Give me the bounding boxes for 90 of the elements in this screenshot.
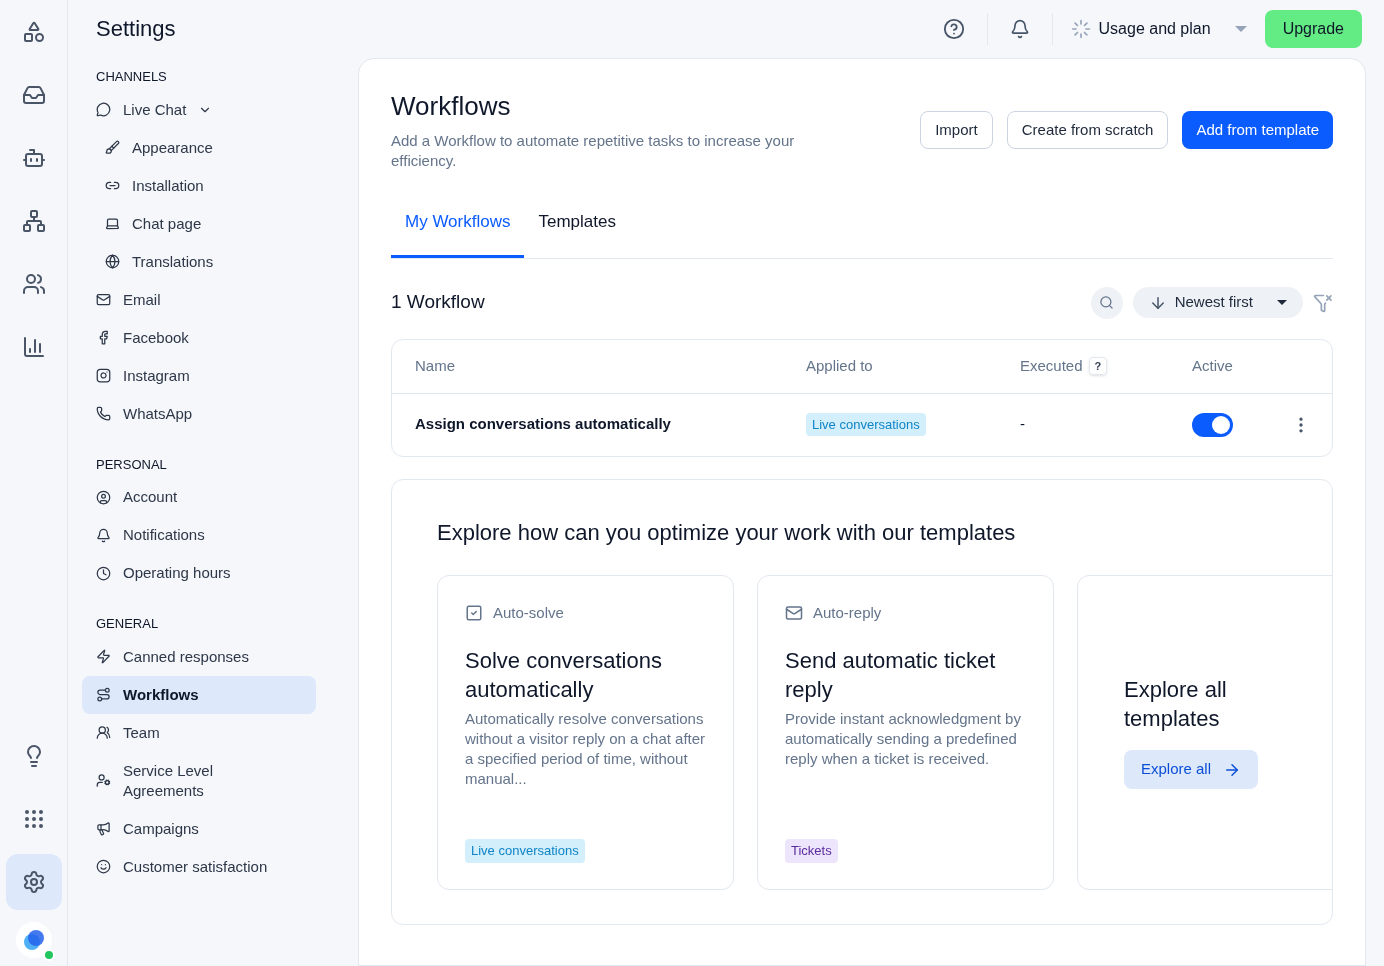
template-title: Send automatic ticket reply	[785, 647, 997, 704]
template-card[interactable]: Auto-solve Solve conversations automatically Automatically resolve conversations without a visitor reply on a chat after a specified period of time, without manual... Live conversations	[437, 574, 734, 890]
section-heading: PERSONAL	[95, 455, 168, 474]
tag: Live conversations	[465, 839, 585, 863]
sidebar-item[interactable]: Team	[82, 713, 316, 752]
template-category: Auto-reply	[813, 602, 882, 623]
sidebar-item[interactable]: Account	[82, 478, 316, 516]
filter-clear-icon[interactable]	[1313, 292, 1333, 313]
help-badge[interactable]: ?	[1088, 356, 1108, 376]
sidebar-item[interactable]: Facebook	[82, 318, 316, 357]
route-icon	[95, 687, 111, 702]
outline-button[interactable]: Create from scratch	[1006, 111, 1169, 149]
section-heading: GENERAL	[95, 615, 160, 633]
sidebar-item[interactable]: Translations	[82, 242, 316, 281]
page-description: Add a Workflow to automate repetitive tasks to increase your efficiency.	[391, 131, 796, 171]
upgrade-button[interactable]: Upgrade	[1264, 10, 1362, 48]
search-button[interactable]	[1090, 286, 1123, 319]
workflow-name: Assign conversations automatically	[415, 414, 672, 435]
user-avatar[interactable]	[15, 922, 52, 958]
phone-icon	[95, 406, 111, 421]
robot-icon	[21, 146, 46, 170]
laptop-icon	[104, 216, 120, 231]
sidebar-item[interactable]: Campaigns	[82, 809, 316, 848]
sidebar-item[interactable]: Installation	[82, 166, 316, 205]
sidebar-item[interactable]: Email	[82, 280, 316, 319]
chart-icon	[21, 335, 46, 359]
shapes-icon	[21, 20, 46, 44]
explore-all-button[interactable]: Explore all	[1124, 750, 1259, 789]
instagram-icon	[95, 368, 111, 383]
sort-dropdown[interactable]: Newest first	[1132, 287, 1303, 318]
active-toggle[interactable]	[1192, 412, 1233, 437]
clock-icon	[95, 565, 111, 581]
outline-button[interactable]: Import	[920, 111, 993, 149]
settings-icon	[21, 870, 46, 894]
usage-dropdown[interactable]: Usage and plan	[1066, 17, 1251, 41]
explore-title: Explore how can you optimize your work with our templates	[437, 518, 1017, 547]
user-circle-icon	[95, 489, 111, 505]
table-cell-text: -	[1020, 414, 1026, 435]
template-description: Provide instant acknowledgment by automatically sending a predefined reply when a ticket is received.	[785, 709, 1022, 769]
tab[interactable]: My Workflows	[391, 209, 525, 258]
caret-icon	[1234, 26, 1247, 32]
column-header: Applied to	[806, 355, 874, 376]
tag: Tickets	[785, 839, 838, 863]
search-icon	[1099, 295, 1115, 310]
envelope-icon	[785, 603, 803, 622]
column-header: Active	[1192, 355, 1233, 376]
settings-title: Settings	[95, 15, 177, 43]
checkbox-icon	[465, 603, 483, 622]
sidebar-item[interactable]: WhatsApp	[82, 394, 316, 433]
globe-icon	[104, 254, 120, 269]
logo-icon	[22, 929, 45, 951]
tag: Live conversations	[806, 412, 926, 437]
team-icon	[95, 725, 111, 740]
smile-icon	[95, 859, 111, 874]
envelope-icon	[95, 292, 111, 307]
brush-icon	[104, 140, 120, 155]
chat-bubble-icon	[95, 102, 111, 117]
sidebar-item[interactable]: Operating hours	[82, 554, 316, 592]
users-icon	[21, 272, 46, 296]
primary-button[interactable]: Add from template	[1182, 111, 1333, 149]
tab[interactable]: Templates	[524, 209, 630, 258]
template-category: Auto-solve	[493, 602, 564, 623]
sidebar-item[interactable]: Customer satisfaction	[82, 847, 316, 886]
column-header: Executed	[1020, 355, 1083, 376]
inbox-icon	[21, 83, 46, 107]
template-description: Automatically resolve conversations without a visitor reply on a chat after a specified period of time, without manual...	[465, 709, 706, 789]
bell-icon	[95, 527, 111, 543]
explore-all-title: Explore all templates	[1124, 676, 1228, 733]
sidebar-item[interactable]: Notifications	[82, 516, 316, 554]
column-header: Name	[415, 355, 456, 376]
workflow-count: 1 Workflow	[391, 290, 485, 315]
hierarchy-icon	[21, 209, 46, 233]
template-title: Solve conversations automatically	[465, 647, 663, 704]
section-heading: CHANNELS	[95, 68, 168, 86]
help-icon	[942, 18, 965, 40]
sidebar-item[interactable]: Workflows	[82, 675, 316, 714]
caret-icon	[1277, 300, 1287, 305]
user-gear-icon	[95, 773, 111, 788]
sidebar-item[interactable]: Instagram	[82, 356, 316, 395]
template-card[interactable]: Auto-reply Send automatic ticket reply Provide instant acknowledgment by automatically sending a predefined reply when a ticket is received. Tickets	[757, 574, 1054, 890]
sidebar-item[interactable]: Chat page	[82, 204, 316, 243]
page-title: Workflows	[391, 90, 512, 123]
lightning-icon	[95, 649, 111, 664]
sidebar-item[interactable]: Canned responses	[82, 637, 316, 676]
rail-button[interactable]	[5, 854, 62, 910]
sidebar-item[interactable]: Service Level Agreements	[82, 751, 316, 810]
bell-icon	[1009, 19, 1030, 39]
megaphone-icon	[95, 821, 111, 836]
sidebar-item[interactable]: Live Chat	[82, 90, 316, 129]
sidebar-item[interactable]: Appearance	[82, 128, 316, 167]
